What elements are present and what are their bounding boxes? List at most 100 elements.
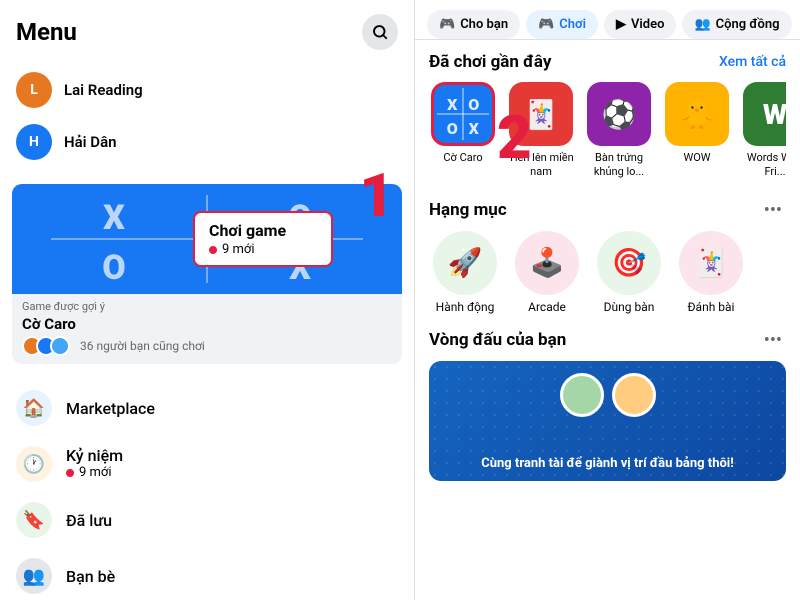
recent-game-words[interactable]: W Words With Fri...: [741, 82, 786, 180]
memory-badge: 9 mới: [66, 465, 123, 480]
category-arcade[interactable]: 🕹️ Arcade: [511, 231, 583, 314]
account-name-lai: Lai Reading: [64, 81, 143, 99]
recent-game-co-caro[interactable]: X O O X Cờ Caro: [429, 82, 497, 180]
marketplace-item[interactable]: 🏠 Marketplace: [0, 380, 414, 436]
tab-choi-label: Chơi: [559, 17, 586, 32]
account-lai-reading[interactable]: L Lai Reading: [0, 64, 414, 116]
tournament-section-header: Vòng đấu của bạn •••: [429, 330, 786, 351]
avatar-lai: L: [16, 72, 52, 108]
tournament-title: Vòng đấu của bạn: [429, 330, 566, 350]
game-label-co-caro: Cờ Caro: [443, 151, 482, 165]
choi-game-badge: 9 mới: [209, 242, 317, 257]
categories-section-header: Hạng mục •••: [429, 200, 786, 221]
game-card-area: 1 X O O X Chơi game 9 mớ: [0, 176, 414, 372]
xo-s3: O: [444, 119, 461, 138]
recent-game-ban-trung[interactable]: ⚽ Bàn trứng khủng lo...: [585, 82, 653, 180]
xo-s4: X: [466, 119, 483, 138]
saved-label: Đã lưu: [66, 511, 112, 530]
menu-items-list: 🏠 Marketplace 🕐 Kỷ niệm 9 mới 🔖 Đã lưu 👥…: [0, 376, 414, 600]
game-name: Cờ Caro: [22, 315, 392, 333]
marketplace-label: Marketplace: [66, 399, 155, 418]
tournament-text: Cùng tranh tài để giành vị trí đầu bảng …: [471, 446, 744, 481]
category-dung-ban[interactable]: 🎯 Dùng bàn: [593, 231, 665, 314]
tournament-dots[interactable]: •••: [760, 330, 786, 351]
game-card-bg: X O O X Chơi game 9 mới: [12, 184, 402, 294]
game-thumb-co-caro: X O O X: [431, 82, 495, 146]
category-danh-bai[interactable]: 🃏 Đánh bài: [675, 231, 747, 314]
choi-game-new: 9 mới: [222, 242, 255, 257]
game-label-ban-trung: Bàn trứng khủng lo...: [585, 151, 653, 180]
accounts-list: L Lai Reading H Hải Dân: [0, 60, 414, 172]
game-suggestion-card[interactable]: X O O X Chơi game 9 mới: [12, 184, 402, 364]
tab-cho-ban-label: Cho bạn: [460, 17, 508, 32]
left-panel: Menu L Lai Reading H Hải Dân 1 X O: [0, 0, 415, 600]
marketplace-icon: 🏠: [16, 390, 52, 426]
account-hai-dan[interactable]: H Hải Dân: [0, 116, 414, 168]
category-dung-ban-label: Dùng bàn: [604, 300, 655, 314]
account-name-hai: Hải Dân: [64, 133, 117, 151]
tab-video-icon: ▶: [616, 17, 626, 32]
tab-cho-ban-icon: 🎮: [439, 17, 455, 32]
tab-choi[interactable]: 🎮 Chơi: [526, 10, 598, 39]
category-arcade-icon: 🕹️: [515, 231, 579, 295]
memory-label: Kỷ niệm: [66, 446, 123, 465]
recent-game-tien-len[interactable]: 🃏 Tiến lên miền nam: [507, 82, 575, 180]
category-arcade-label: Arcade: [528, 300, 566, 314]
category-hanh-dong[interactable]: 🚀 Hành động: [429, 231, 501, 314]
choi-game-box: Chơi game 9 mới: [193, 211, 333, 267]
category-hanh-dong-icon: 🚀: [433, 231, 497, 295]
choi-game-title: Chơi game: [209, 221, 286, 240]
friends-label: Bạn bè: [66, 567, 115, 586]
right-panel: 🎮 Cho bạn 🎮 Chơi ▶ Video 👥 Cộng đồng Đã …: [415, 0, 800, 600]
game-thumb-words: W: [743, 82, 786, 146]
memory-icon: 🕐: [16, 446, 52, 482]
friends-item[interactable]: 👥 Bạn bè: [0, 548, 414, 600]
recent-game-wow[interactable]: 🐥 WOW: [663, 82, 731, 180]
category-danh-bai-icon: 🃏: [679, 231, 743, 295]
game-friends: 36 người bạn cũng chơi: [22, 336, 392, 356]
game-label-wow: WOW: [683, 151, 710, 165]
tab-video-label: Video: [631, 17, 665, 32]
game-thumb-tien-len: 🃏: [509, 82, 573, 146]
ban-trung-icon: ⚽: [602, 98, 637, 131]
game-label-tien-len: Tiến lên miền nam: [507, 151, 575, 180]
xo-s2: O: [466, 95, 483, 114]
recent-games-scroll: X O O X Cờ Caro 🃏 Tiế: [429, 82, 786, 184]
friends-icon: 👥: [16, 558, 52, 594]
tien-len-icon: 🃏: [524, 98, 559, 131]
friend-count: 36 người bạn cũng chơi: [80, 339, 205, 353]
memory-item[interactable]: 🕐 Kỷ niệm 9 mới: [0, 436, 414, 492]
game-thumb-wow: 🐥: [665, 82, 729, 146]
recent-section-header: Đã chơi gần đây Xem tất cả: [429, 52, 786, 72]
categories-dots[interactable]: •••: [760, 200, 786, 221]
see-all-recent[interactable]: Xem tất cả: [719, 54, 786, 70]
category-hanh-dong-label: Hành động: [436, 300, 495, 314]
friend-avatars: [22, 336, 64, 356]
xo-cell-3: O: [26, 248, 202, 288]
tabs-row: 🎮 Cho bạn 🎮 Chơi ▶ Video 👥 Cộng đồng: [415, 0, 800, 40]
tab-cong-dong[interactable]: 👥 Cộng đồng: [682, 10, 791, 39]
tournament-card[interactable]: Cùng tranh tài để giành vị trí đầu bảng …: [429, 361, 786, 481]
game-thumb-ban-trung: ⚽: [587, 82, 651, 146]
game-info: Game được gợi ý Cờ Caro 36 người bạn cũn…: [12, 294, 402, 364]
memory-content: Kỷ niệm 9 mới: [66, 446, 123, 480]
menu-header: Menu: [0, 0, 414, 60]
category-dung-ban-icon: 🎯: [597, 231, 661, 295]
menu-title: Menu: [16, 18, 77, 46]
saved-icon: 🔖: [16, 502, 52, 538]
new-dot: [209, 246, 217, 254]
search-button[interactable]: [362, 14, 398, 50]
tournament-avatars: [560, 373, 656, 417]
tab-cong-dong-label: Cộng đồng: [716, 17, 780, 32]
tab-choi-icon: 🎮: [538, 17, 554, 32]
line-h: [437, 113, 489, 115]
game-label-words: Words With Fri...: [741, 151, 786, 180]
right-content: Đã chơi gần đây Xem tất cả 2 X O O X: [415, 40, 800, 600]
category-danh-bai-label: Đánh bài: [688, 300, 735, 314]
recent-title: Đã chơi gần đây: [429, 52, 551, 72]
tab-cho-ban[interactable]: 🎮 Cho bạn: [427, 10, 520, 39]
tab-video[interactable]: ▶ Video: [604, 10, 677, 39]
saved-item[interactable]: 🔖 Đã lưu: [0, 492, 414, 548]
categories-title: Hạng mục: [429, 200, 507, 220]
memory-new: 9 mới: [79, 465, 112, 480]
